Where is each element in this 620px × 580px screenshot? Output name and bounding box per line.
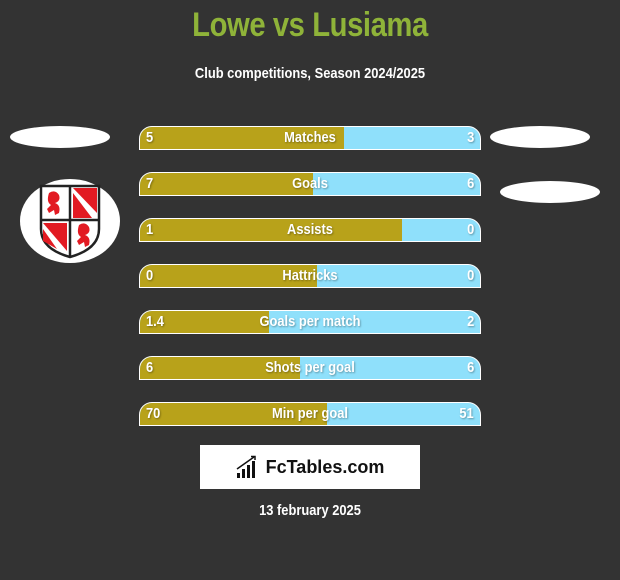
right-value: 6 [466, 175, 474, 192]
right-team-placeholder [500, 181, 600, 203]
right-value: 0 [466, 267, 474, 284]
left-player-placeholder [10, 126, 110, 148]
bar-chart-icon [236, 455, 256, 478]
left-value: 6 [146, 359, 154, 376]
right-value: 0 [466, 221, 474, 238]
stat-label: Goals [292, 175, 328, 192]
team-logo [20, 179, 120, 263]
stat-row-hattricks: 0 Hattricks 0 [139, 264, 481, 288]
shield-crest-icon [39, 184, 101, 259]
left-value: 5 [146, 129, 154, 146]
stat-row-goals: 7 Goals 6 [139, 172, 481, 196]
right-value: 2 [466, 313, 474, 330]
left-value: 70 [146, 405, 161, 422]
stat-row-matches: 5 Matches 3 [139, 126, 481, 150]
left-value: 0 [146, 267, 154, 284]
page-subtitle: Club competitions, Season 2024/2025 [194, 65, 426, 82]
fctables-brand-logo[interactable]: FcTables.com [200, 445, 420, 489]
left-value: 1 [146, 221, 154, 238]
brand-name: FcTables.com [265, 456, 385, 477]
left-value: 1.4 [146, 313, 164, 330]
date-label: 13 february 2025 [259, 502, 361, 519]
stat-label: Matches [284, 129, 336, 146]
stat-row-shots-per-goal: 6 Shots per goal 6 [139, 356, 481, 380]
stat-label: Assists [287, 221, 333, 238]
stat-row-min-per-goal: 70 Min per goal 51 [139, 402, 481, 426]
right-value: 3 [466, 129, 474, 146]
stat-label: Shots per goal [265, 359, 355, 376]
right-value: 51 [459, 405, 474, 422]
page-title: Lowe vs Lusiama [192, 6, 428, 44]
stat-row-goals-per-match: 1.4 Goals per match 2 [139, 310, 481, 334]
left-value: 7 [146, 175, 154, 192]
stat-row-assists: 1 Assists 0 [139, 218, 481, 242]
right-player-placeholder [490, 126, 590, 148]
right-value: 6 [466, 359, 474, 376]
stat-label: Goals per match [259, 313, 361, 330]
stat-label: Min per goal [272, 405, 348, 422]
stat-label: Hattricks [282, 267, 338, 284]
